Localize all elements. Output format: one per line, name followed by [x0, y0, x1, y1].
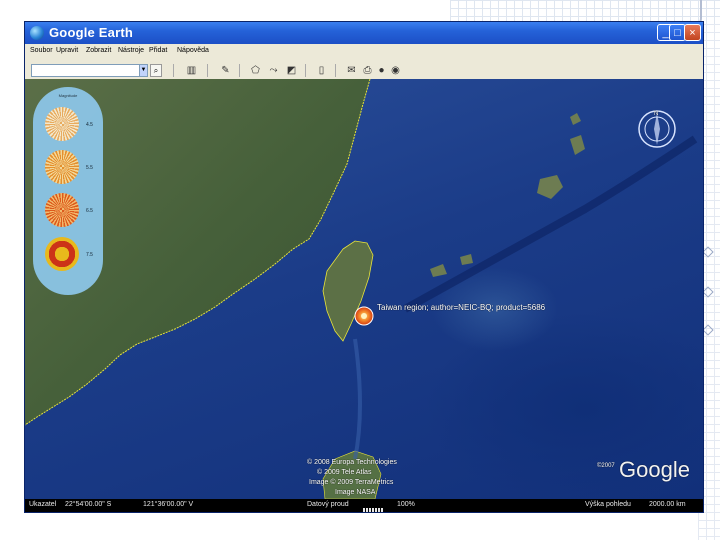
- record-tour-icon[interactable]: ●: [375, 64, 388, 77]
- ryukyu-island: [460, 254, 473, 265]
- toolbar: ▼ ⌕ ▥ ✎ ⬠ ⤳ ◩ ▯ ✉ ⎙ ● ◉: [25, 62, 703, 80]
- menu-tools[interactable]: Nástroje: [118, 47, 144, 54]
- window-title: Google Earth: [49, 25, 134, 40]
- toolbar-separator: [173, 64, 174, 77]
- legend-symbol-medium: [45, 150, 79, 184]
- streaming-label: Datový proud: [307, 501, 349, 508]
- menu-edit[interactable]: Upravit: [56, 47, 78, 54]
- search-input[interactable]: [31, 64, 147, 77]
- menu-add[interactable]: Přidat: [149, 47, 167, 54]
- taiwan-island: [322, 240, 374, 342]
- print-icon[interactable]: ⎙: [361, 64, 374, 77]
- ruler-icon[interactable]: ▯: [315, 64, 328, 77]
- menu-help[interactable]: Nápověda: [177, 47, 209, 54]
- streaming-percent: 100%: [397, 501, 415, 508]
- attribution-line: Image © 2009 TerraMetrics: [309, 479, 394, 486]
- email-icon[interactable]: ✉: [345, 64, 358, 77]
- title-bar[interactable]: Google Earth _ □ ×: [25, 22, 703, 44]
- image-overlay-icon[interactable]: ◩: [285, 64, 298, 77]
- eye-altitude-value: 2000.00 km: [649, 501, 686, 508]
- magnitude-legend: Magnitude 4.5 5.5 6.5 7.5: [33, 87, 103, 295]
- legend-value: 6.5: [86, 208, 93, 214]
- placemark-label[interactable]: Taiwan region; author=NEIC-BQ; product=5…: [377, 303, 545, 312]
- placemark-icon[interactable]: ✎: [219, 64, 232, 77]
- google-earth-window: Google Earth _ □ × Soubor Upravit Zobraz…: [24, 21, 704, 513]
- google-maps-icon[interactable]: ◉: [389, 64, 402, 77]
- menu-bar: Soubor Upravit Zobrazit Nástroje Přidat …: [25, 44, 703, 63]
- magnifier-icon: ⌕: [153, 66, 159, 75]
- legend-symbol-small: [45, 107, 79, 141]
- legend-symbol-xlarge: [45, 237, 79, 271]
- terrain-layer: [25, 79, 698, 499]
- attribution-line: © 2008 Europa Technologies: [307, 459, 397, 466]
- polygon-icon[interactable]: ⬠: [249, 64, 262, 77]
- close-button[interactable]: ×: [684, 24, 701, 41]
- toolbar-separator: [207, 64, 208, 77]
- ryukyu-island: [537, 175, 563, 199]
- legend-title: Magnitude: [58, 93, 78, 98]
- pointer-label: Ukazatel: [29, 501, 57, 508]
- legend-value: 4.5: [86, 122, 93, 128]
- ryukyu-island: [430, 264, 447, 277]
- latitude-readout: 22°54'00.00" S: [65, 501, 112, 508]
- legend-value: 7.5: [86, 252, 93, 258]
- earthquake-marker-core: [361, 313, 367, 319]
- map-view[interactable]: Taiwan region; author=NEIC-BQ; product=5…: [25, 79, 703, 499]
- menu-file[interactable]: Soubor: [30, 47, 53, 54]
- google-logo-year: ©2007: [597, 463, 615, 469]
- search-button[interactable]: ⌕: [150, 64, 162, 77]
- chevron-down-icon[interactable]: ▼: [139, 64, 148, 77]
- ocean-trench: [403, 135, 698, 313]
- ryukyu-island: [570, 135, 585, 155]
- streaming-progress-bar: [363, 502, 391, 512]
- longitude-readout: 121°36'00.00" V: [143, 501, 194, 508]
- legend-symbol-large: [45, 193, 79, 227]
- toolbar-separator: [335, 64, 336, 77]
- eye-altitude-label: Výška pohledu: [585, 501, 631, 508]
- status-bar: Ukazatel 22°54'00.00" S 121°36'00.00" V …: [25, 499, 703, 512]
- ryukyu-island: [570, 113, 581, 125]
- attribution-line: Image NASA: [335, 489, 376, 496]
- toolbar-separator: [305, 64, 306, 77]
- menu-view[interactable]: Zobrazit: [86, 47, 111, 54]
- ocean-ridge: [353, 338, 362, 460]
- legend-value: 5.5: [86, 165, 93, 171]
- toolbar-separator: [239, 64, 240, 77]
- attribution-line: © 2009 Tele Atlas: [317, 469, 372, 476]
- path-icon[interactable]: ⤳: [267, 64, 280, 77]
- google-earth-icon: [30, 26, 44, 40]
- sidebar-toggle-icon[interactable]: ▥: [185, 64, 198, 77]
- compass-north-label: N: [654, 111, 659, 117]
- google-logo: Google: [619, 457, 690, 482]
